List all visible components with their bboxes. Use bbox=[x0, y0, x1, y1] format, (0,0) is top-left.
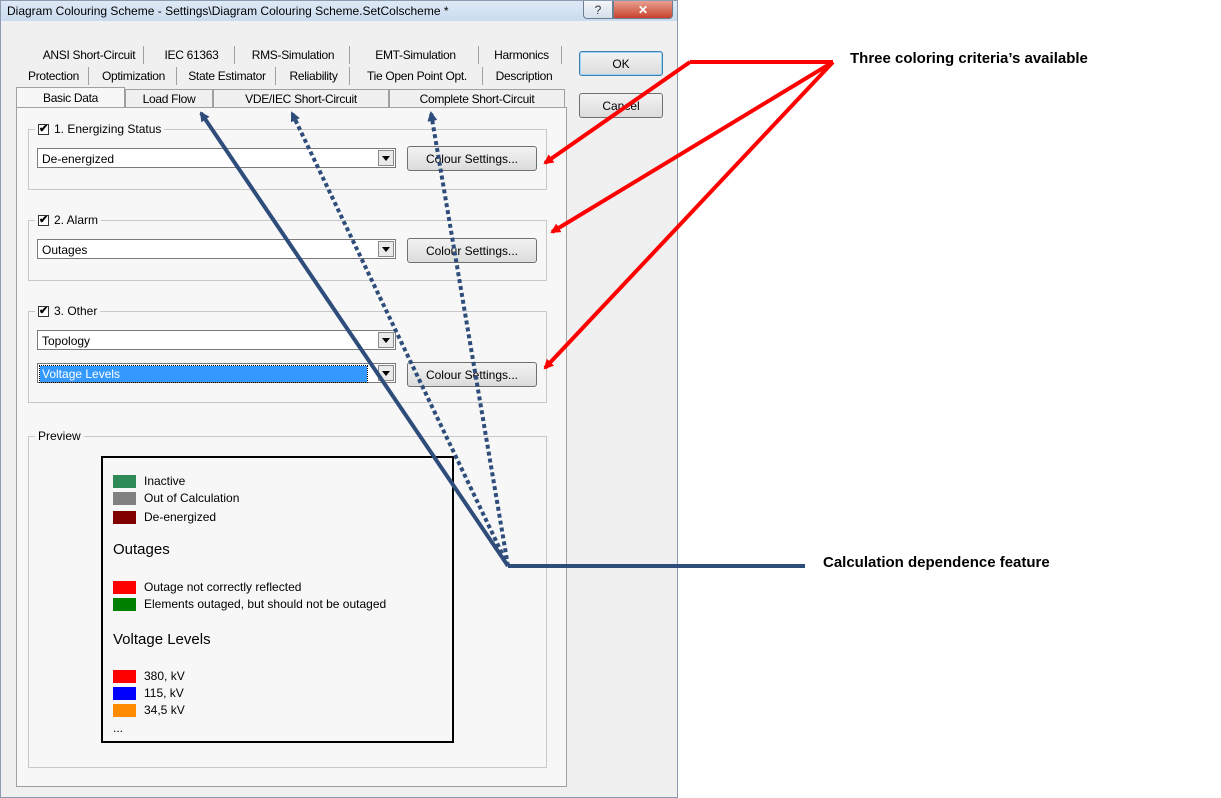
cancel-button[interactable]: Cancel bbox=[579, 93, 663, 118]
alarm-select[interactable]: Outages bbox=[37, 239, 396, 259]
alarm-header: ✔ 2. Alarm bbox=[35, 212, 102, 228]
other-checkbox[interactable]: ✔ bbox=[38, 305, 49, 317]
tab-description[interactable]: Description bbox=[485, 67, 563, 85]
outages-heading: Outages bbox=[113, 541, 170, 558]
tab-vde-iec-short-circuit[interactable]: VDE/IEC Short-Circuit bbox=[213, 89, 389, 107]
legend-label: Out of Calculation bbox=[144, 491, 240, 505]
window-title: Diagram Colouring Scheme - Settings\Diag… bbox=[7, 4, 449, 18]
swatch-elements-outaged bbox=[113, 597, 136, 611]
voltage-levels-heading: Voltage Levels bbox=[113, 631, 211, 648]
other-colour-settings-button[interactable]: Colour Settings... bbox=[407, 362, 537, 387]
legend-label: 34,5 kV bbox=[144, 703, 185, 717]
legend-label: Inactive bbox=[144, 474, 186, 488]
energizing-status-header: ✔ 1. Energizing Status bbox=[35, 121, 165, 137]
other-group bbox=[28, 311, 547, 403]
settings-dialog: Diagram Colouring Scheme - Settings\Diag… bbox=[0, 0, 678, 798]
tab-rms-simulation[interactable]: RMS-Simulation bbox=[237, 46, 350, 64]
alarm-value: Outages bbox=[42, 243, 88, 257]
preview-label: Preview bbox=[38, 429, 81, 443]
chevron-down-icon[interactable] bbox=[378, 241, 394, 257]
other-type-select[interactable]: Topology bbox=[37, 330, 396, 350]
ok-button[interactable]: OK bbox=[579, 51, 663, 76]
swatch-115kv bbox=[113, 686, 136, 700]
other-criteria-value: Voltage Levels bbox=[39, 365, 368, 383]
chevron-down-icon[interactable] bbox=[378, 150, 394, 166]
close-icon: ✕ bbox=[637, 2, 649, 17]
alarm-colour-settings-button[interactable]: Colour Settings... bbox=[407, 238, 537, 263]
energizing-status-label: 1. Energizing Status bbox=[54, 122, 162, 136]
tab-emt-simulation[interactable]: EMT-Simulation bbox=[353, 46, 479, 64]
legend-item-34-5kv: 34,5 kV bbox=[113, 703, 185, 717]
tab-iec-61363[interactable]: IEC 61363 bbox=[149, 46, 235, 64]
legend-label: Elements outaged, but should not be outa… bbox=[144, 597, 387, 611]
tab-optimization[interactable]: Optimization bbox=[91, 67, 177, 85]
tab-load-flow[interactable]: Load Flow bbox=[125, 89, 213, 107]
legend-item-out-of-calculation: Out of Calculation bbox=[113, 491, 239, 505]
swatch-outage-not-reflected bbox=[113, 580, 136, 594]
tab-complete-short-circuit[interactable]: Complete Short-Circuit bbox=[389, 89, 565, 107]
swatch-out-of-calculation bbox=[113, 491, 136, 505]
legend-item-de-energized: De-energized bbox=[113, 510, 216, 524]
legend-label: De-energized bbox=[144, 510, 217, 524]
tab-tie-open-point-opt[interactable]: Tie Open Point Opt. bbox=[352, 67, 483, 85]
legend-label: 380, kV bbox=[144, 669, 185, 683]
tab-reliability[interactable]: Reliability bbox=[278, 67, 350, 85]
energizing-colour-settings-button[interactable]: Colour Settings... bbox=[407, 146, 537, 171]
tab-harmonics[interactable]: Harmonics bbox=[482, 46, 562, 64]
energizing-status-value: De-energized bbox=[42, 152, 115, 166]
other-criteria-select[interactable]: Voltage Levels bbox=[37, 363, 396, 383]
chevron-down-icon[interactable] bbox=[378, 332, 394, 348]
legend-label: 115, kV bbox=[144, 686, 184, 700]
alarm-checkbox[interactable]: ✔ bbox=[38, 214, 49, 226]
swatch-34-5kv bbox=[113, 703, 136, 717]
help-icon: ? bbox=[594, 2, 602, 17]
legend-item-elements-outaged: Elements outaged, but should not be outa… bbox=[113, 597, 386, 611]
tab-ansi-short-circuit[interactable]: ANSI Short-Circuit bbox=[35, 46, 144, 64]
title-bar[interactable]: Diagram Colouring Scheme - Settings\Diag… bbox=[1, 1, 677, 21]
alarm-label: 2. Alarm bbox=[54, 213, 99, 227]
close-button[interactable]: ✕ bbox=[613, 1, 673, 19]
legend-more: ... bbox=[113, 721, 124, 735]
other-header: ✔ 3. Other bbox=[35, 303, 101, 319]
energizing-status-select[interactable]: De-energized bbox=[37, 148, 396, 168]
swatch-380kv bbox=[113, 669, 136, 683]
chevron-down-icon[interactable] bbox=[378, 365, 394, 381]
tab-state-estimator[interactable]: State Estimator bbox=[179, 67, 276, 85]
legend-item-outage-not-reflected: Outage not correctly reflected bbox=[113, 580, 301, 594]
annotation-coloring-criteria: Three coloring criteria’s available bbox=[850, 50, 1088, 67]
legend-item-380kv: 380, kV bbox=[113, 669, 185, 683]
energizing-status-checkbox[interactable]: ✔ bbox=[38, 123, 49, 135]
swatch-de-energized bbox=[113, 510, 136, 524]
preview-header: Preview bbox=[35, 428, 84, 444]
legend-label: Outage not correctly reflected bbox=[144, 580, 302, 594]
swatch-inactive bbox=[113, 474, 136, 488]
help-button[interactable]: ? bbox=[583, 1, 613, 19]
tab-protection[interactable]: Protection bbox=[19, 67, 89, 85]
annotation-calc-dependence: Calculation dependence feature bbox=[823, 554, 1050, 571]
other-type-value: Topology bbox=[42, 334, 91, 348]
legend-item-inactive: Inactive bbox=[113, 474, 185, 488]
legend-item-115kv: 115, kV bbox=[113, 686, 184, 700]
other-label: 3. Other bbox=[54, 304, 98, 318]
tab-basic-data[interactable]: Basic Data bbox=[16, 87, 125, 107]
